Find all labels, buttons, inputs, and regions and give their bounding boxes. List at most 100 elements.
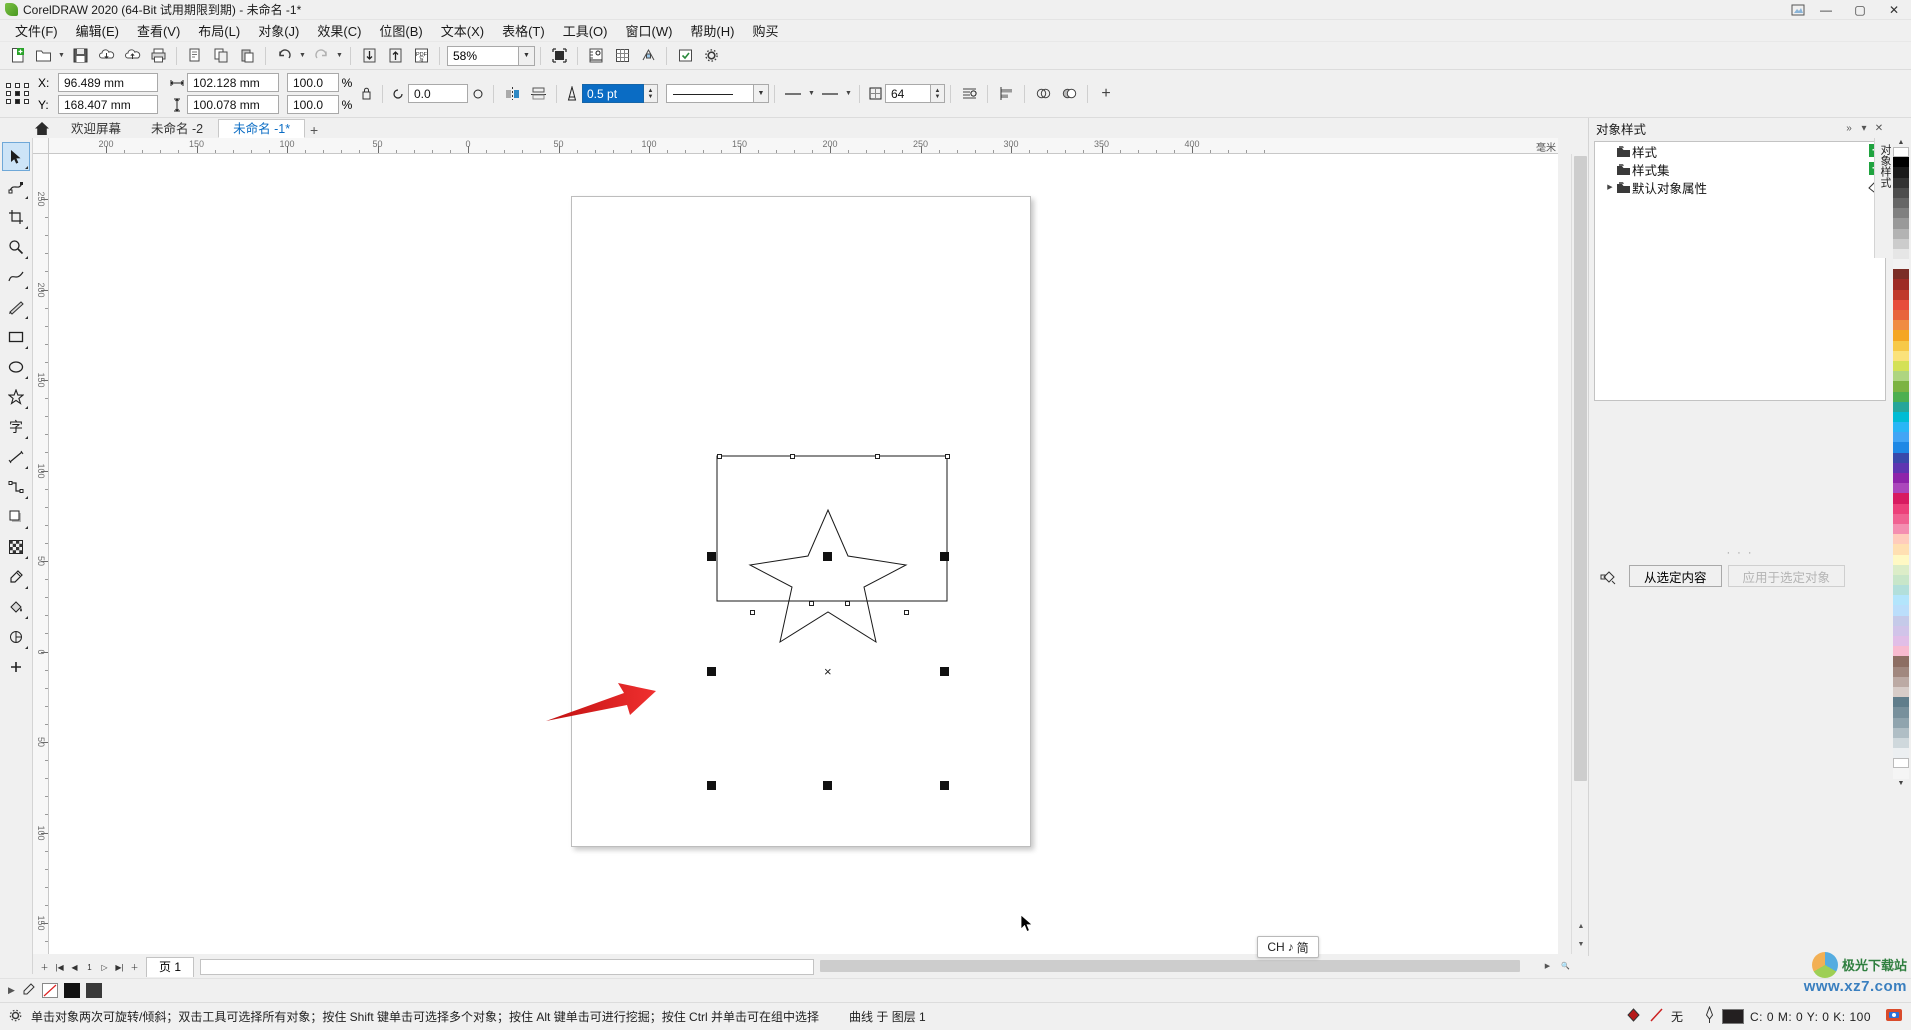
palette-swatch[interactable]	[1893, 371, 1909, 382]
account-icon[interactable]	[1787, 0, 1809, 20]
open-recent-caret-icon[interactable]: ▼	[56, 44, 67, 68]
palette-swatch[interactable]	[1893, 187, 1909, 198]
zoom-level-input[interactable]: 58%	[447, 45, 519, 66]
menu-text[interactable]: 文本(X)	[432, 19, 493, 42]
undo-button[interactable]	[272, 44, 296, 68]
tree-item-default-object-properties[interactable]: ▶ 默认对象属性	[1595, 178, 1885, 196]
end-arrowhead-caret-icon[interactable]: ▼	[843, 82, 854, 106]
tool-artistic-media[interactable]	[2, 292, 30, 321]
redo-history-caret-icon[interactable]: ▼	[334, 44, 345, 68]
end-arrowhead-dropdown[interactable]	[818, 82, 842, 106]
tab-untitled-2[interactable]: 未命名 -2	[136, 119, 219, 138]
import-cloud-button[interactable]	[94, 44, 118, 68]
palette-swatch[interactable]	[1893, 147, 1909, 158]
horizontal-scroll-thumb[interactable]	[820, 960, 1520, 972]
resolution-spinner[interactable]: ▲ ▼	[931, 84, 945, 103]
resolution-input[interactable]: 64	[885, 84, 931, 103]
zoom-to-fit-icon[interactable]: 🔍	[1559, 960, 1572, 972]
palette-swatch[interactable]	[1893, 238, 1909, 249]
scroll-right-icon[interactable]: ▶	[1541, 960, 1554, 972]
menu-purchase[interactable]: 购买	[743, 19, 787, 42]
view-options-button[interactable]	[584, 44, 608, 68]
line-style-caret-icon[interactable]: ▼	[754, 84, 769, 103]
selection-handle-ne[interactable]	[940, 552, 949, 561]
drawing-canvas[interactable]: ×	[49, 154, 1558, 954]
selection-handle-e[interactable]	[940, 667, 949, 676]
undo-history-caret-icon[interactable]: ▼	[297, 44, 308, 68]
palette-swatch[interactable]	[1893, 248, 1909, 260]
dark-gray-swatch[interactable]	[85, 983, 102, 998]
tool-rectangle[interactable]	[2, 322, 30, 351]
horizontal-ruler[interactable]: 200 150 100 50 0 50 100 150 200 250 300 350 400	[49, 138, 1558, 154]
from-selection-button[interactable]: 从选定内容	[1629, 565, 1722, 587]
palette-scroll-down-icon[interactable]: ▼	[1898, 779, 1905, 788]
copy-button[interactable]	[209, 44, 233, 68]
page-tab-1[interactable]: 页 1	[146, 957, 195, 977]
palette-swatch[interactable]	[1893, 656, 1909, 667]
tab-untitled-1[interactable]: 未命名 -1*	[218, 119, 306, 138]
selection-handle-w[interactable]	[707, 667, 716, 676]
tool-parallel-dimension[interactable]	[2, 442, 30, 471]
new-style-from-selection-icon[interactable]	[1597, 567, 1623, 585]
palette-swatch[interactable]	[1893, 727, 1909, 738]
palette-swatch[interactable]	[1893, 462, 1909, 473]
palette-swatch[interactable]	[1893, 697, 1909, 708]
menu-tools[interactable]: 工具(O)	[554, 19, 617, 42]
gear-icon[interactable]	[8, 1008, 23, 1026]
menu-window[interactable]: 窗口(W)	[616, 19, 681, 42]
save-document-button[interactable]	[68, 44, 92, 68]
menu-help[interactable]: 帮助(H)	[681, 19, 743, 42]
selection-handle-nw[interactable]	[707, 552, 716, 561]
menu-table[interactable]: 表格(T)	[493, 19, 554, 42]
palette-swatch[interactable]	[1893, 218, 1909, 229]
cut-button[interactable]	[183, 44, 207, 68]
print-button[interactable]	[146, 44, 170, 68]
next-page-button[interactable]: ▷	[97, 959, 112, 975]
object-anchor-selector[interactable]	[6, 81, 32, 107]
palette-swatch[interactable]	[1893, 503, 1909, 514]
palette-swatch[interactable]	[1893, 299, 1909, 310]
open-document-button[interactable]	[31, 44, 55, 68]
scale-height-input[interactable]: 100.0	[287, 95, 339, 114]
tree-expander-icon[interactable]: ▶	[1605, 183, 1615, 191]
outline-pen-small-icon[interactable]	[21, 982, 36, 1000]
black-swatch[interactable]	[63, 983, 80, 998]
tree-item-style-sets[interactable]: 样式集 +	[1595, 160, 1885, 178]
lock-ratio-button[interactable]	[355, 82, 377, 106]
palette-swatch[interactable]	[1893, 411, 1909, 423]
canvas-vertical-scrollbar[interactable]: ▲ ▼	[1571, 154, 1588, 954]
palette-swatch[interactable]	[1893, 686, 1909, 698]
text-wrap-button[interactable]	[957, 82, 981, 106]
maximize-button[interactable]: ▢	[1843, 0, 1877, 20]
curve-node[interactable]	[717, 454, 722, 459]
scale-width-input[interactable]: 100.0	[287, 73, 339, 92]
tool-transparency[interactable]	[2, 532, 30, 561]
palette-swatch[interactable]	[1893, 646, 1909, 657]
no-color-swatch[interactable]	[41, 983, 58, 998]
home-icon[interactable]	[28, 118, 56, 138]
palette-scroll-up-icon[interactable]: ▲	[1898, 138, 1905, 147]
palette-swatch[interactable]	[1893, 625, 1909, 636]
palette-swatch[interactable]	[1893, 177, 1909, 188]
selection-handle-se[interactable]	[940, 781, 949, 790]
palette-swatch[interactable]	[1893, 564, 1909, 575]
start-arrowhead-caret-icon[interactable]: ▼	[806, 82, 817, 106]
tool-ellipse[interactable]	[2, 352, 30, 381]
menu-view[interactable]: 查看(V)	[128, 19, 189, 42]
palette-swatch[interactable]	[1893, 157, 1909, 168]
palette-swatch[interactable]	[1893, 748, 1909, 759]
mirror-vertical-button[interactable]	[526, 82, 550, 106]
start-arrowhead-dropdown[interactable]	[781, 82, 805, 106]
first-page-button[interactable]: |◀	[52, 959, 67, 975]
object-width-input[interactable]: 102.128 mm	[187, 73, 279, 92]
prev-page-button[interactable]: ◀	[67, 959, 82, 975]
curve-node[interactable]	[790, 454, 795, 459]
outline-width-spinner[interactable]: ▲ ▼	[644, 84, 658, 103]
line-style-dropdown[interactable]	[666, 84, 754, 103]
palette-swatch[interactable]	[1893, 605, 1909, 616]
selection-handle-n[interactable]	[823, 552, 832, 561]
palette-swatch[interactable]	[1893, 259, 1909, 270]
more-properties-button[interactable]: +	[1094, 82, 1118, 106]
tool-interactive-fill[interactable]	[2, 592, 30, 621]
canvas-horizontal-scrollbar[interactable]: ▶ 🔍	[818, 958, 1572, 974]
